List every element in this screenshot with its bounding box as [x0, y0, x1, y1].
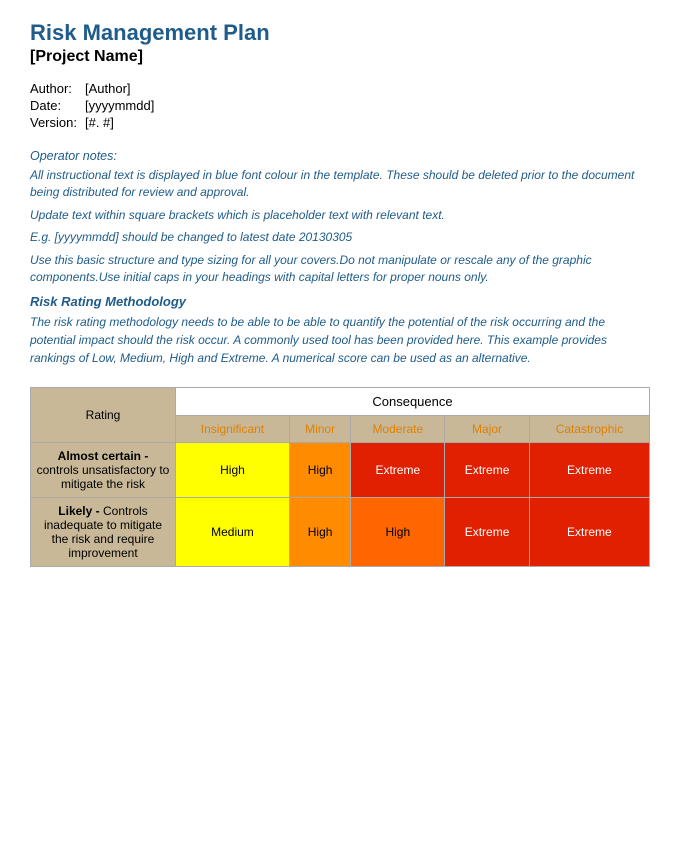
risk-matrix-wrapper: Rating Consequence Insignificant Minor M… — [30, 387, 650, 567]
operator-line3: E.g. [yyyymmdd] should be changed to lat… — [30, 229, 650, 246]
table-row: Likely - Controls inadequate to mitigate… — [31, 498, 650, 567]
col-insignificant: Insignificant — [176, 416, 290, 443]
col-minor: Minor — [289, 416, 350, 443]
cell-r1-c1: High — [176, 443, 290, 498]
cell-r2-c3: High — [351, 498, 445, 567]
page-title: Risk Management Plan — [30, 20, 650, 46]
meta-table: Author: [Author] Date: [yyyymmdd] Versio… — [30, 80, 162, 131]
col-catastrophic: Catastrophic — [529, 416, 649, 443]
version-label: Version: — [30, 114, 85, 131]
project-name: [Project Name] — [30, 48, 650, 66]
cell-r1-c4: Extreme — [445, 443, 530, 498]
cell-r2-c4: Extreme — [445, 498, 530, 567]
table-row: Almost certain - controls unsatisfactory… — [31, 443, 650, 498]
row2-label: Likely - Controls inadequate to mitigate… — [31, 498, 176, 567]
cell-r1-c5: Extreme — [529, 443, 649, 498]
risk-rating-heading: Risk Rating Methodology — [30, 294, 650, 309]
operator-line1: All instructional text is displayed in b… — [30, 167, 650, 202]
col-moderate: Moderate — [351, 416, 445, 443]
cell-r2-c1: Medium — [176, 498, 290, 567]
cell-r2-c5: Extreme — [529, 498, 649, 567]
cell-r1-c2: High — [289, 443, 350, 498]
date-label: Date: — [30, 97, 85, 114]
version-value: [#. #] — [85, 114, 162, 131]
cell-r1-c3: Extreme — [351, 443, 445, 498]
consequence-header: Consequence — [176, 388, 650, 416]
operator-line2: Update text within square brackets which… — [30, 207, 650, 224]
operator-notes-label: Operator notes: — [30, 149, 650, 163]
author-value: [Author] — [85, 80, 162, 97]
row1-label: Almost certain - controls unsatisfactory… — [31, 443, 176, 498]
risk-matrix: Rating Consequence Insignificant Minor M… — [30, 387, 650, 567]
risk-rating-text: The risk rating methodology needs to be … — [30, 313, 650, 367]
col-major: Major — [445, 416, 530, 443]
operator-line4: Use this basic structure and type sizing… — [30, 252, 650, 287]
author-label: Author: — [30, 80, 85, 97]
rating-header: Rating — [31, 388, 176, 443]
cell-r2-c2: High — [289, 498, 350, 567]
date-value: [yyyymmdd] — [85, 97, 162, 114]
